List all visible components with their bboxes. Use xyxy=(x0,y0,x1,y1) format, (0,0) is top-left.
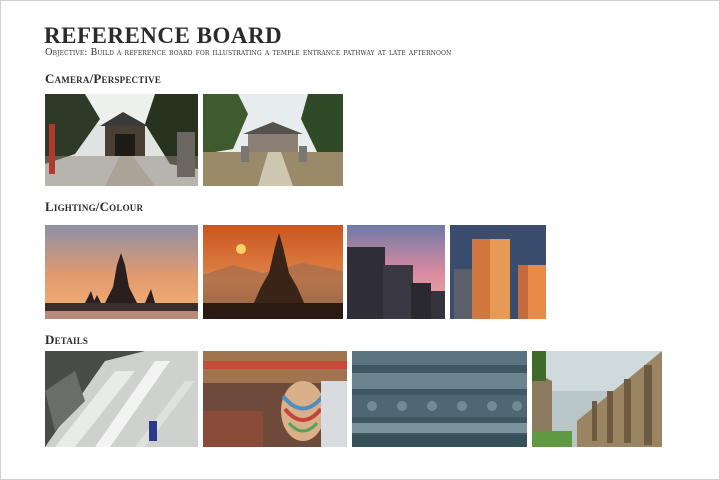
temple-gate-courtyard-image[interactable] xyxy=(45,94,198,186)
pagoda-orange-sunset-image[interactable] xyxy=(203,225,343,319)
carved-stone-frieze-image[interactable] xyxy=(352,351,527,447)
board-objective: Objective: Build a reference board for i… xyxy=(45,47,452,58)
section-heading-camera-perspective: Camera/Perspective xyxy=(45,71,162,86)
board-title: REFERENCE BOARD xyxy=(44,23,283,48)
shrine-approach-path-image[interactable] xyxy=(203,94,343,186)
painted-ornate-pillar-image[interactable] xyxy=(203,351,347,447)
reference-board-canvas: REFERENCE BOARD Objective: Build a refer… xyxy=(0,0,720,480)
apartment-blocks-pink-sky-image[interactable] xyxy=(347,225,445,319)
tower-block-golden-light-image[interactable] xyxy=(450,225,546,319)
section-heading-details: Details xyxy=(45,332,89,347)
temple-colonnade-corridor-image[interactable] xyxy=(532,351,662,447)
section-heading-lighting-colour: Lighting/Colour xyxy=(45,199,144,214)
carved-white-stone-stairway-image[interactable] xyxy=(45,351,198,447)
wat-arun-sunset-image[interactable] xyxy=(45,225,198,319)
